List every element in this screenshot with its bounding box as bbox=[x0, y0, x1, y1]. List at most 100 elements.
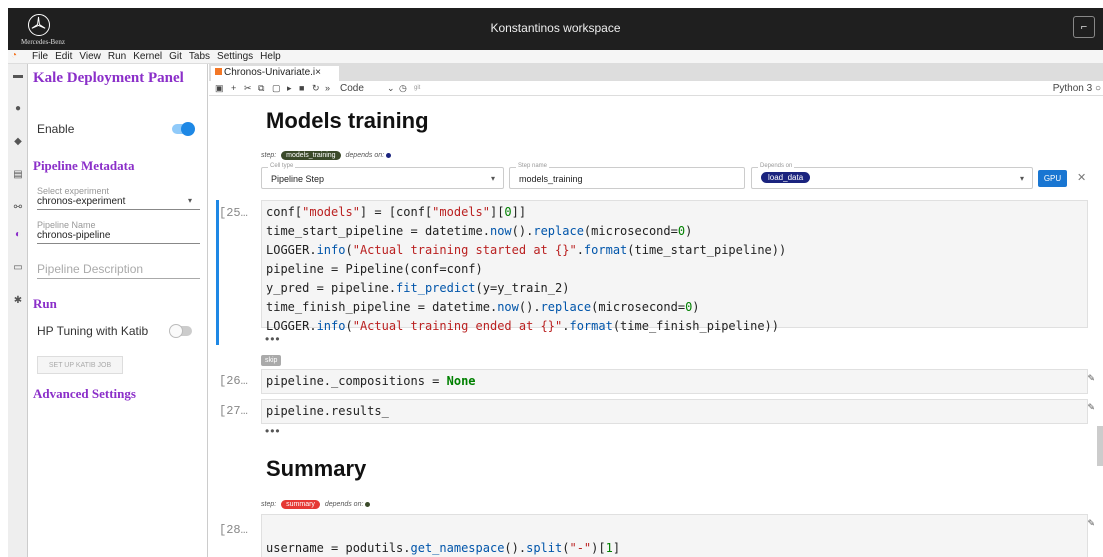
exit-fullscreen-icon[interactable]: ⌐ bbox=[1073, 16, 1095, 38]
code-cell-26[interactable]: pipeline._compositions = None bbox=[261, 369, 1088, 394]
enable-toggle[interactable] bbox=[172, 122, 195, 136]
tab-notebook[interactable]: Chronos-Univariate.i× bbox=[211, 66, 339, 81]
step-label: step: bbox=[261, 501, 277, 508]
menu-run[interactable]: Run bbox=[108, 51, 126, 62]
extension-icon[interactable]: ⚯ bbox=[12, 202, 24, 214]
paste-icon[interactable]: ▢ bbox=[272, 83, 281, 94]
cell-prompt: [27… bbox=[219, 404, 248, 418]
close-metadata-icon[interactable]: ✕ bbox=[1077, 171, 1086, 184]
summary-step-line: step: summary depends on: bbox=[261, 500, 371, 509]
tabs-icon[interactable]: ▭ bbox=[12, 262, 24, 274]
code-line: LOGGER.info("Actual training ended at {}… bbox=[266, 319, 779, 333]
menu-file[interactable]: File bbox=[32, 51, 48, 62]
menu-edit[interactable]: Edit bbox=[55, 51, 72, 62]
skip-tag: skip bbox=[261, 355, 282, 366]
hp-tuning-label: HP Tuning with Katib bbox=[37, 324, 149, 338]
setup-katib-button[interactable]: SET UP KATIB JOB bbox=[37, 356, 123, 374]
kernel-status-icon: ○ bbox=[1094, 83, 1101, 94]
fast-forward-icon[interactable]: » bbox=[325, 83, 330, 93]
code-line: time_start_pipeline = datetime.now().rep… bbox=[266, 224, 693, 238]
experiment-underline bbox=[37, 209, 200, 210]
chevron-down-icon[interactable]: ▾ bbox=[188, 196, 192, 205]
run-icon[interactable]: ▸ bbox=[287, 83, 292, 94]
depends-label: depends on: bbox=[324, 501, 364, 508]
pipeline-name-underline bbox=[37, 243, 200, 244]
hp-tuning-toggle-knob bbox=[169, 324, 183, 338]
git-icon[interactable]: ◆ bbox=[12, 136, 24, 148]
code-line: pipeline = Pipeline(conf=conf) bbox=[266, 262, 483, 276]
copy-icon[interactable]: ⧉ bbox=[258, 83, 264, 94]
stop-icon[interactable]: ■ bbox=[299, 83, 304, 93]
step-pill-models-training: models_training bbox=[281, 151, 341, 160]
notebook-area: Chronos-Univariate.i× ▣ + ✂ ⧉ ▢ ▸ ■ ↻ » … bbox=[209, 64, 1103, 557]
menu-kernel[interactable]: Kernel bbox=[133, 51, 162, 62]
hp-tuning-toggle[interactable] bbox=[169, 324, 192, 338]
restart-icon[interactable]: ↻ bbox=[312, 83, 320, 94]
kale-icon[interactable]: ◐ bbox=[12, 229, 24, 241]
kernel-name[interactable]: Python 3 ○ bbox=[1053, 83, 1101, 94]
menu-git[interactable]: Git bbox=[169, 51, 182, 62]
clock-icon[interactable]: ◷ bbox=[399, 83, 407, 94]
scrollbar[interactable] bbox=[1097, 426, 1103, 466]
notebook-content: Models training step: models_training de… bbox=[209, 96, 1103, 557]
step-name-label: Step name bbox=[516, 163, 550, 169]
cell-type-field[interactable]: Cell type Pipeline Step ▾ bbox=[261, 163, 504, 189]
tab-close-icon[interactable]: × bbox=[315, 67, 321, 78]
cell-type-chevron-icon[interactable]: ⌄ bbox=[387, 83, 395, 94]
heading-summary: Summary bbox=[266, 456, 367, 481]
run-title: Run bbox=[33, 296, 57, 311]
edit-icon[interactable]: ✎ bbox=[1087, 402, 1095, 413]
edit-icon[interactable]: ✎ bbox=[1087, 373, 1095, 384]
code-line: conf["models"] = [conf["models"][0]] bbox=[266, 205, 527, 219]
workspace-title: Konstantinos workspace bbox=[490, 21, 621, 35]
cell-type-select[interactable]: Code bbox=[340, 83, 364, 94]
workspace-topbar: Mercedes-Benz Konstantinos workspace ⌐ bbox=[8, 8, 1103, 50]
depends-on-chip[interactable]: load_data bbox=[761, 172, 811, 183]
collapsed-output[interactable]: ••• bbox=[265, 424, 281, 438]
add-cell-icon[interactable]: + bbox=[231, 83, 236, 93]
brand-name: Mercedes-Benz bbox=[21, 38, 65, 46]
step-name-value: models_training bbox=[519, 174, 583, 184]
pipeline-metadata-title: Pipeline Metadata bbox=[33, 158, 135, 173]
experiment-select[interactable]: chronos-experiment bbox=[37, 196, 125, 207]
advanced-settings-title[interactable]: Advanced Settings bbox=[33, 386, 136, 402]
active-cell-indicator bbox=[216, 200, 219, 345]
menubar: ◔ File Edit View Run Kernel Git Tabs Settings He… bbox=[8, 50, 1103, 64]
code-cell-28[interactable]: username = podutils.get_namespace().spli… bbox=[261, 514, 1088, 557]
menu-settings[interactable]: Settings bbox=[217, 51, 253, 62]
step-label: step: bbox=[261, 152, 277, 159]
save-icon[interactable]: ▣ bbox=[215, 83, 224, 94]
gpu-button[interactable]: GPU bbox=[1038, 170, 1067, 187]
training-step-line: step: models_training depends on: bbox=[261, 151, 392, 160]
running-icon[interactable]: ● bbox=[12, 103, 24, 115]
heading-models-training: Models training bbox=[266, 108, 429, 133]
menu-help[interactable]: Help bbox=[260, 51, 281, 62]
pipeline-description-input[interactable]: Pipeline Description bbox=[37, 262, 143, 276]
code-cell-25[interactable]: conf["models"] = [conf["models"][0]] tim… bbox=[261, 200, 1088, 333]
step-pill-summary: summary bbox=[281, 500, 320, 509]
edit-icon[interactable]: ✎ bbox=[1087, 518, 1095, 529]
property-inspector-icon[interactable]: ▤ bbox=[12, 169, 24, 181]
puzzle-icon[interactable]: ✱ bbox=[12, 295, 24, 307]
kale-panel: Kale Deployment Panel Enable Pipeline Me… bbox=[28, 64, 208, 557]
folder-icon[interactable]: ▬ bbox=[12, 70, 24, 82]
code-line: username = podutils.get_namespace().spli… bbox=[266, 541, 621, 555]
git-label[interactable]: git bbox=[414, 85, 420, 91]
depends-on-field[interactable]: Depends on load_data ▾ bbox=[751, 163, 1033, 189]
app-frame: Mercedes-Benz Konstantinos workspace ⌐ ◔… bbox=[0, 0, 1103, 557]
menu-items: File Edit View Run Kernel Git Tabs Settings Help bbox=[32, 51, 281, 62]
cut-icon[interactable]: ✂ bbox=[244, 83, 252, 94]
tab-label: Chronos-Univariate.i bbox=[224, 67, 316, 78]
left-rail: ▬ ● ◆ ▤ ⚯ ◐ ▭ ✱ bbox=[8, 64, 28, 557]
depends-on-label: Depends on bbox=[758, 163, 795, 169]
menu-view[interactable]: View bbox=[79, 51, 101, 62]
cell-prompt: [25… bbox=[219, 206, 248, 220]
cell-metadata-bar: Cell type Pipeline Step ▾ Step name mode… bbox=[261, 163, 1091, 189]
code-cell-27[interactable]: pipeline.results_ bbox=[261, 399, 1088, 424]
collapsed-output[interactable]: ••• bbox=[265, 332, 281, 346]
code-line: time_finish_pipeline = datetime.now().re… bbox=[266, 300, 700, 314]
menu-tabs[interactable]: Tabs bbox=[189, 51, 210, 62]
tab-bar: Chronos-Univariate.i× bbox=[209, 64, 1103, 81]
step-name-field[interactable]: Step name models_training bbox=[509, 163, 745, 189]
pipeline-name-input[interactable]: chronos-pipeline bbox=[37, 230, 110, 241]
